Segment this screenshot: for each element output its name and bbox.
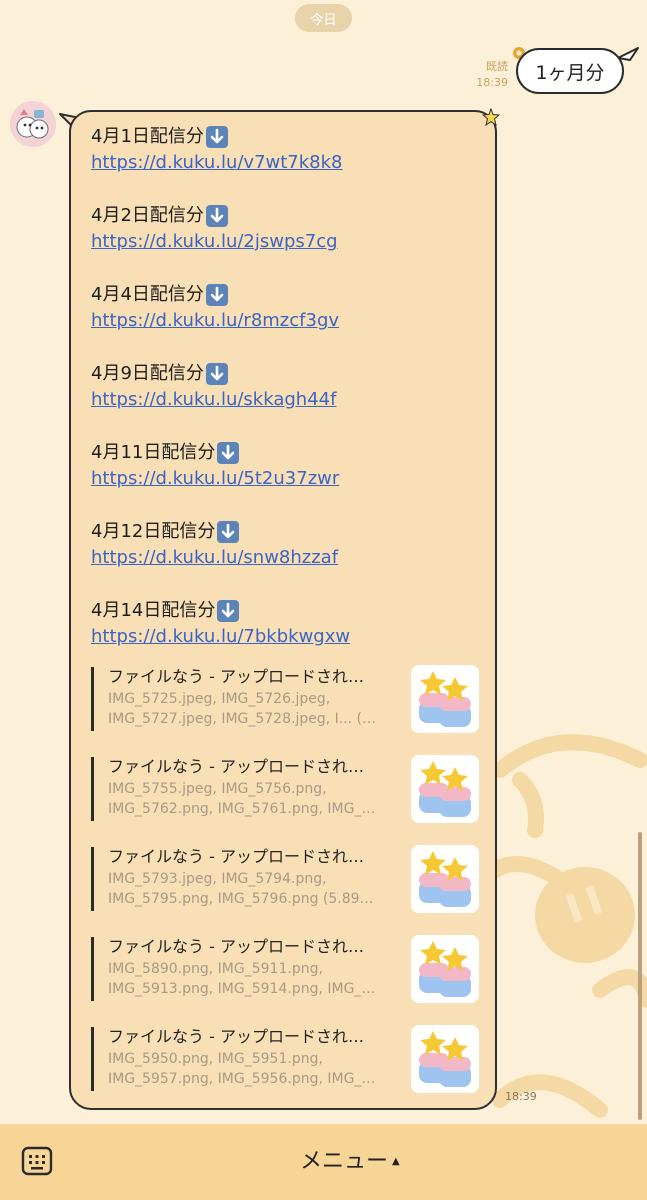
link-entry: 4月4日配信分 https://d.kuku.lu/r8mzcf3gv	[91, 282, 481, 361]
down-arrow-icon	[205, 284, 228, 306]
incoming-message-bubble[interactable]: 4月1日配信分 https://d.kuku.lu/v7wt7k8k8 4月2日…	[69, 110, 497, 1110]
entry-link[interactable]: https://d.kuku.lu/2jswps7cg	[91, 229, 481, 255]
preview-title: ファイルなう - アップロードされ…	[108, 937, 364, 956]
sender-avatar[interactable]	[10, 101, 56, 147]
menu-toggle-button[interactable]: メニュー ▲	[300, 1146, 400, 1178]
preview-title: ファイルなう - アップロードされ…	[108, 1027, 364, 1046]
entry-link[interactable]: https://d.kuku.lu/5t2u37zwr	[91, 466, 481, 492]
preview-accent-bar	[91, 757, 94, 821]
read-receipt: 既読	[486, 60, 508, 73]
outgoing-bubble-tail	[618, 47, 639, 61]
entry-link[interactable]: https://d.kuku.lu/v7wt7k8k8	[91, 150, 481, 176]
menu-label: メニュー	[300, 1149, 389, 1174]
entry-title: 4月1日配信分	[91, 126, 204, 147]
keyboard-icon[interactable]	[21, 1145, 53, 1177]
link-preview-card[interactable]: ファイルなう - アップロードされ… IMG_5950.png, IMG_595…	[91, 1025, 481, 1095]
entry-link[interactable]: https://d.kuku.lu/7bkbkwgxw	[91, 624, 481, 650]
preview-description: IMG_5793.jpeg, IMG_5794.png,	[108, 871, 327, 887]
preview-description: IMG_5725.jpeg, IMG_5726.jpeg,	[108, 691, 331, 707]
preview-description: IMG_5755.jpeg, IMG_5756.png,	[108, 781, 327, 797]
outgoing-timestamp: 18:39	[476, 76, 508, 89]
preview-description: IMG_5890.png, IMG_5911.png,	[108, 961, 323, 977]
file-now-thumbnail-icon	[411, 1025, 479, 1093]
preview-description: IMG_5957.png, IMG_5956.png, IMG_…	[108, 1071, 376, 1087]
entry-title: 4月4日配信分	[91, 284, 204, 305]
link-entries: 4月1日配信分 https://d.kuku.lu/v7wt7k8k8 4月2日…	[91, 124, 481, 677]
outgoing-message-bubble[interactable]: 1ヶ月分	[516, 48, 624, 94]
entry-link[interactable]: https://d.kuku.lu/skkagh44f	[91, 387, 481, 413]
incoming-timestamp: 18:39	[505, 1090, 537, 1103]
bubble-star-icon	[482, 108, 500, 126]
link-entry: 4月2日配信分 https://d.kuku.lu/2jswps7cg	[91, 203, 481, 282]
down-arrow-icon	[205, 205, 228, 227]
preview-description: IMG_5727.jpeg, IMG_5728.jpeg, I... (…	[108, 711, 377, 727]
link-entry: 4月1日配信分 https://d.kuku.lu/v7wt7k8k8	[91, 124, 481, 203]
entry-title: 4月2日配信分	[91, 205, 204, 226]
preview-accent-bar	[91, 1027, 94, 1091]
outgoing-message-text: 1ヶ月分	[535, 61, 605, 84]
entry-title: 4月14日配信分	[91, 600, 216, 621]
link-preview-card[interactable]: ファイルなう - アップロードされ… IMG_5725.jpeg, IMG_57…	[91, 665, 481, 735]
file-now-thumbnail-icon	[411, 755, 479, 823]
preview-description: IMG_5913.png, IMG_5914.png, IMG_…	[108, 981, 376, 997]
entry-link[interactable]: https://d.kuku.lu/r8mzcf3gv	[91, 308, 481, 334]
entry-title: 4月9日配信分	[91, 363, 204, 384]
down-arrow-icon	[217, 521, 240, 543]
scrollbar[interactable]	[638, 832, 642, 1120]
caret-up-icon: ▲	[392, 1156, 400, 1167]
link-entry: 4月11日配信分 https://d.kuku.lu/5t2u37zwr	[91, 440, 481, 519]
entry-title: 4月12日配信分	[91, 521, 216, 542]
link-preview-card[interactable]: ファイルなう - アップロードされ… IMG_5793.jpeg, IMG_57…	[91, 845, 481, 915]
file-now-thumbnail-icon	[411, 935, 479, 1003]
preview-accent-bar	[91, 937, 94, 1001]
preview-title: ファイルなう - アップロードされ…	[108, 757, 364, 776]
link-preview-card[interactable]: ファイルなう - アップロードされ… IMG_5755.jpeg, IMG_57…	[91, 755, 481, 825]
preview-accent-bar	[91, 667, 94, 731]
preview-description: IMG_5795.png, IMG_5796.png (5.89…	[108, 891, 374, 907]
link-entry: 4月12日配信分 https://d.kuku.lu/snw8hzzaf	[91, 519, 481, 598]
date-divider: 今日	[295, 4, 352, 32]
preview-title: ファイルなう - アップロードされ…	[108, 847, 364, 866]
link-preview-card[interactable]: ファイルなう - アップロードされ… IMG_5890.png, IMG_591…	[91, 935, 481, 1005]
preview-accent-bar	[91, 847, 94, 911]
entry-title: 4月11日配信分	[91, 442, 216, 463]
file-now-thumbnail-icon	[411, 845, 479, 913]
down-arrow-icon	[217, 600, 240, 622]
down-arrow-icon	[205, 363, 228, 385]
entry-link[interactable]: https://d.kuku.lu/snw8hzzaf	[91, 545, 481, 571]
link-entry: 4月9日配信分 https://d.kuku.lu/skkagh44f	[91, 361, 481, 440]
preview-description: IMG_5950.png, IMG_5951.png,	[108, 1051, 323, 1067]
file-now-thumbnail-icon	[411, 665, 479, 733]
down-arrow-icon	[217, 442, 240, 464]
avatar-image	[10, 101, 56, 147]
rich-menu-bar: メニュー ▲	[0, 1124, 647, 1200]
preview-description: IMG_5762.png, IMG_5761.png, IMG_…	[108, 801, 376, 817]
preview-title: ファイルなう - アップロードされ…	[108, 667, 364, 686]
down-arrow-icon	[205, 126, 228, 148]
